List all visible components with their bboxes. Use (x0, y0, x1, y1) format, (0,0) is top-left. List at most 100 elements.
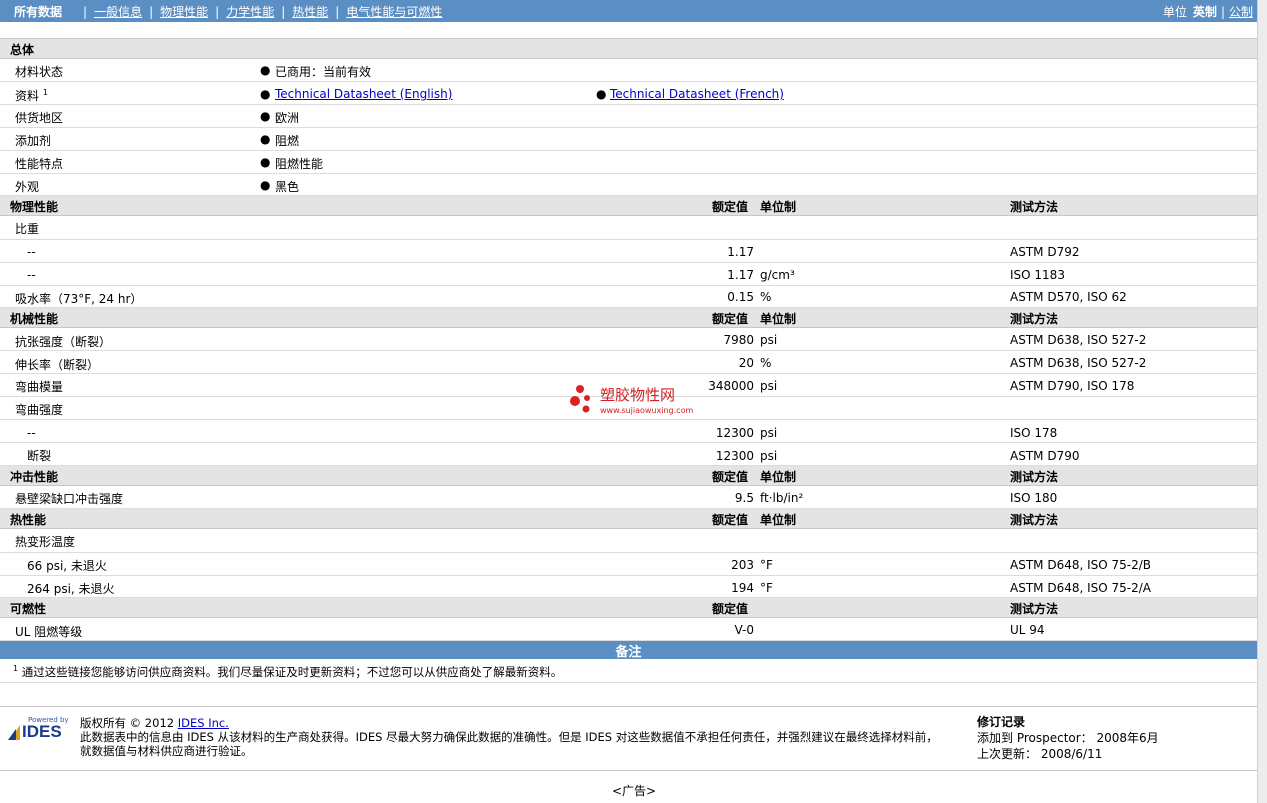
row-label: 比重 (15, 222, 40, 236)
row-value: 12300 (715, 426, 754, 440)
column-header-rated: 额定值 (712, 312, 749, 326)
section-title: 机械性能 (10, 312, 59, 326)
watermark-url: www.sujiaowuxing.com (600, 406, 694, 415)
bullet-icon: ● (260, 87, 271, 101)
table-row: 伸长率（断裂） 20 % ASTM D638, ISO 527-2 (0, 351, 1257, 374)
section-title: 总体 (10, 43, 35, 57)
copyright-line: 版权所有 © 2012 IDES Inc. (80, 716, 938, 730)
notes-header: 备注 (0, 641, 1257, 660)
row-value: 9.5 (734, 491, 754, 505)
column-header-unit: 单位制 (760, 200, 797, 214)
unit-english[interactable]: 英制 (1193, 5, 1217, 19)
row-label: 断裂 (27, 449, 52, 463)
table-row: 断裂 12300 psi ASTM D790 (0, 443, 1257, 466)
nav-separator: | (281, 5, 286, 19)
nav-separator: | (149, 5, 154, 19)
nav-general-info[interactable]: 一般信息 (94, 5, 142, 19)
nav-electrical-flammability[interactable]: 电气性能与可燃性 (346, 5, 442, 19)
table-row: 添加剂 ● 阻燃 (0, 128, 1257, 151)
disclaimer-line: 此数据表中的信息由 IDES 从该材料的生产商处获得。IDES 尽最大努力确保此… (80, 730, 938, 744)
row-value: 20 (738, 356, 754, 370)
row-label: 材料状态 (15, 65, 64, 79)
section-title: 可燃性 (10, 602, 47, 616)
unit-metric-link[interactable]: 公制 (1229, 5, 1253, 19)
column-header-unit: 单位制 (760, 513, 797, 527)
notes-title: 备注 (615, 645, 642, 660)
row-value: 348000 (708, 379, 754, 393)
row-label: UL 阻燃等级 (15, 625, 83, 639)
bullet-icon: ● (260, 155, 271, 169)
table-row: -- 1.17 g/cm³ ISO 1183 (0, 263, 1257, 286)
nav-thermal[interactable]: 热性能 (292, 5, 328, 19)
row-unit: ft·lb/in² (760, 491, 804, 505)
nav-separator: | (215, 5, 220, 19)
nav-all-data[interactable]: 所有数据 (14, 5, 62, 19)
table-row: UL 阻燃等级 V-0 UL 94 (0, 618, 1257, 641)
table-row: 资料 1 ● Technical Datasheet (English) ● T… (0, 82, 1257, 105)
row-method: ASTM D792 (1010, 245, 1080, 259)
row-label: 添加剂 (15, 134, 52, 148)
table-row: 吸水率（73°F, 24 hr） 0.15 % ASTM D570, ISO 6… (0, 286, 1257, 308)
row-value: 194 (731, 581, 754, 595)
table-row: 材料状态 ● 已商用：当前有效 (0, 59, 1257, 82)
notes-text: 1 通过这些链接您能够访问供应商资料。我们尽量保证及时更新资料；不过您可以从供应… (13, 664, 562, 680)
column-header-method: 测试方法 (1010, 602, 1059, 616)
copyright-text: 版权所有 © 2012 (80, 716, 175, 730)
row-unit: psi (760, 449, 778, 463)
watermark-logo-icon (570, 385, 590, 413)
watermark: 塑胶物性网 www.sujiaowuxing.com (570, 384, 710, 420)
ides-logo: Powered by IDES (8, 716, 72, 744)
ad-placeholder[interactable]: <广告> (612, 782, 656, 799)
row-value: 203 (731, 558, 754, 572)
section-title: 物理性能 (10, 200, 59, 214)
row-method: ASTM D570, ISO 62 (1010, 290, 1127, 304)
row-method: ASTM D790 (1010, 449, 1080, 463)
revision-updated: 上次更新： 2008/6/11 (977, 747, 1103, 761)
row-label: 伸长率（断裂） (15, 358, 100, 372)
row-value: 1.17 (727, 268, 754, 282)
row-method: ASTM D648, ISO 75-2/B (1010, 558, 1152, 572)
footnote-marker: 1 (13, 664, 19, 674)
column-header-method: 测试方法 (1010, 513, 1059, 527)
row-label: 性能特点 (15, 157, 64, 171)
row-label: -- (27, 268, 36, 282)
unit-switcher: 单位 英制 | 公制 (1163, 3, 1253, 20)
datasheet-english-link[interactable]: Technical Datasheet (English) (275, 87, 452, 101)
column-header-method: 测试方法 (1010, 470, 1059, 484)
row-method: ISO 178 (1010, 426, 1058, 440)
ides-logo-icon (8, 725, 20, 740)
column-header-rated: 额定值 (712, 602, 749, 616)
table-row: 性能特点 ● 阻燃性能 (0, 151, 1257, 174)
bullet-icon: ● (260, 109, 271, 123)
bullet-icon: ● (260, 63, 271, 77)
row-value: 0.15 (727, 290, 754, 304)
row-unit: % (760, 356, 772, 370)
unit-label: 单位 (1162, 5, 1187, 19)
ides-inc-link[interactable]: IDES Inc. (178, 716, 229, 730)
logo-wordmark: IDES (22, 722, 62, 741)
row-method: ISO 1183 (1010, 268, 1065, 282)
nav-physical[interactable]: 物理性能 (160, 5, 208, 19)
row-label: 弯曲模量 (15, 380, 64, 394)
column-header-unit: 单位制 (760, 312, 797, 326)
disclaimer-line-2: 就数据值与材料供应商进行验证。 (80, 744, 253, 758)
row-unit: °F (760, 558, 773, 572)
row-label: -- (27, 426, 36, 440)
table-row: 热变形温度 (0, 529, 1257, 553)
row-unit: psi (760, 379, 778, 393)
section-header-general: 总体 (0, 39, 1257, 59)
row-label: 264 psi, 未退火 (27, 582, 115, 596)
nav-mechanical[interactable]: 力学性能 (226, 5, 274, 19)
section-header-impact: 冲击性能 额定值 单位制 测试方法 (0, 466, 1257, 486)
watermark-text: 塑胶物性网 (600, 386, 676, 404)
column-header-rated: 额定值 (712, 513, 749, 527)
row-unit: psi (760, 426, 778, 440)
row-method: ASTM D638, ISO 527-2 (1010, 356, 1147, 370)
bullet-icon: ● (260, 132, 271, 146)
row-value: 已商用：当前有效 (275, 65, 372, 79)
datasheet-french-link[interactable]: Technical Datasheet (French) (610, 87, 784, 101)
vertical-scrollbar[interactable] (1257, 0, 1267, 803)
table-row: 供货地区 ● 欧洲 (0, 105, 1257, 128)
table-row: -- 12300 psi ISO 178 (0, 420, 1257, 443)
row-unit: g/cm³ (760, 268, 795, 282)
